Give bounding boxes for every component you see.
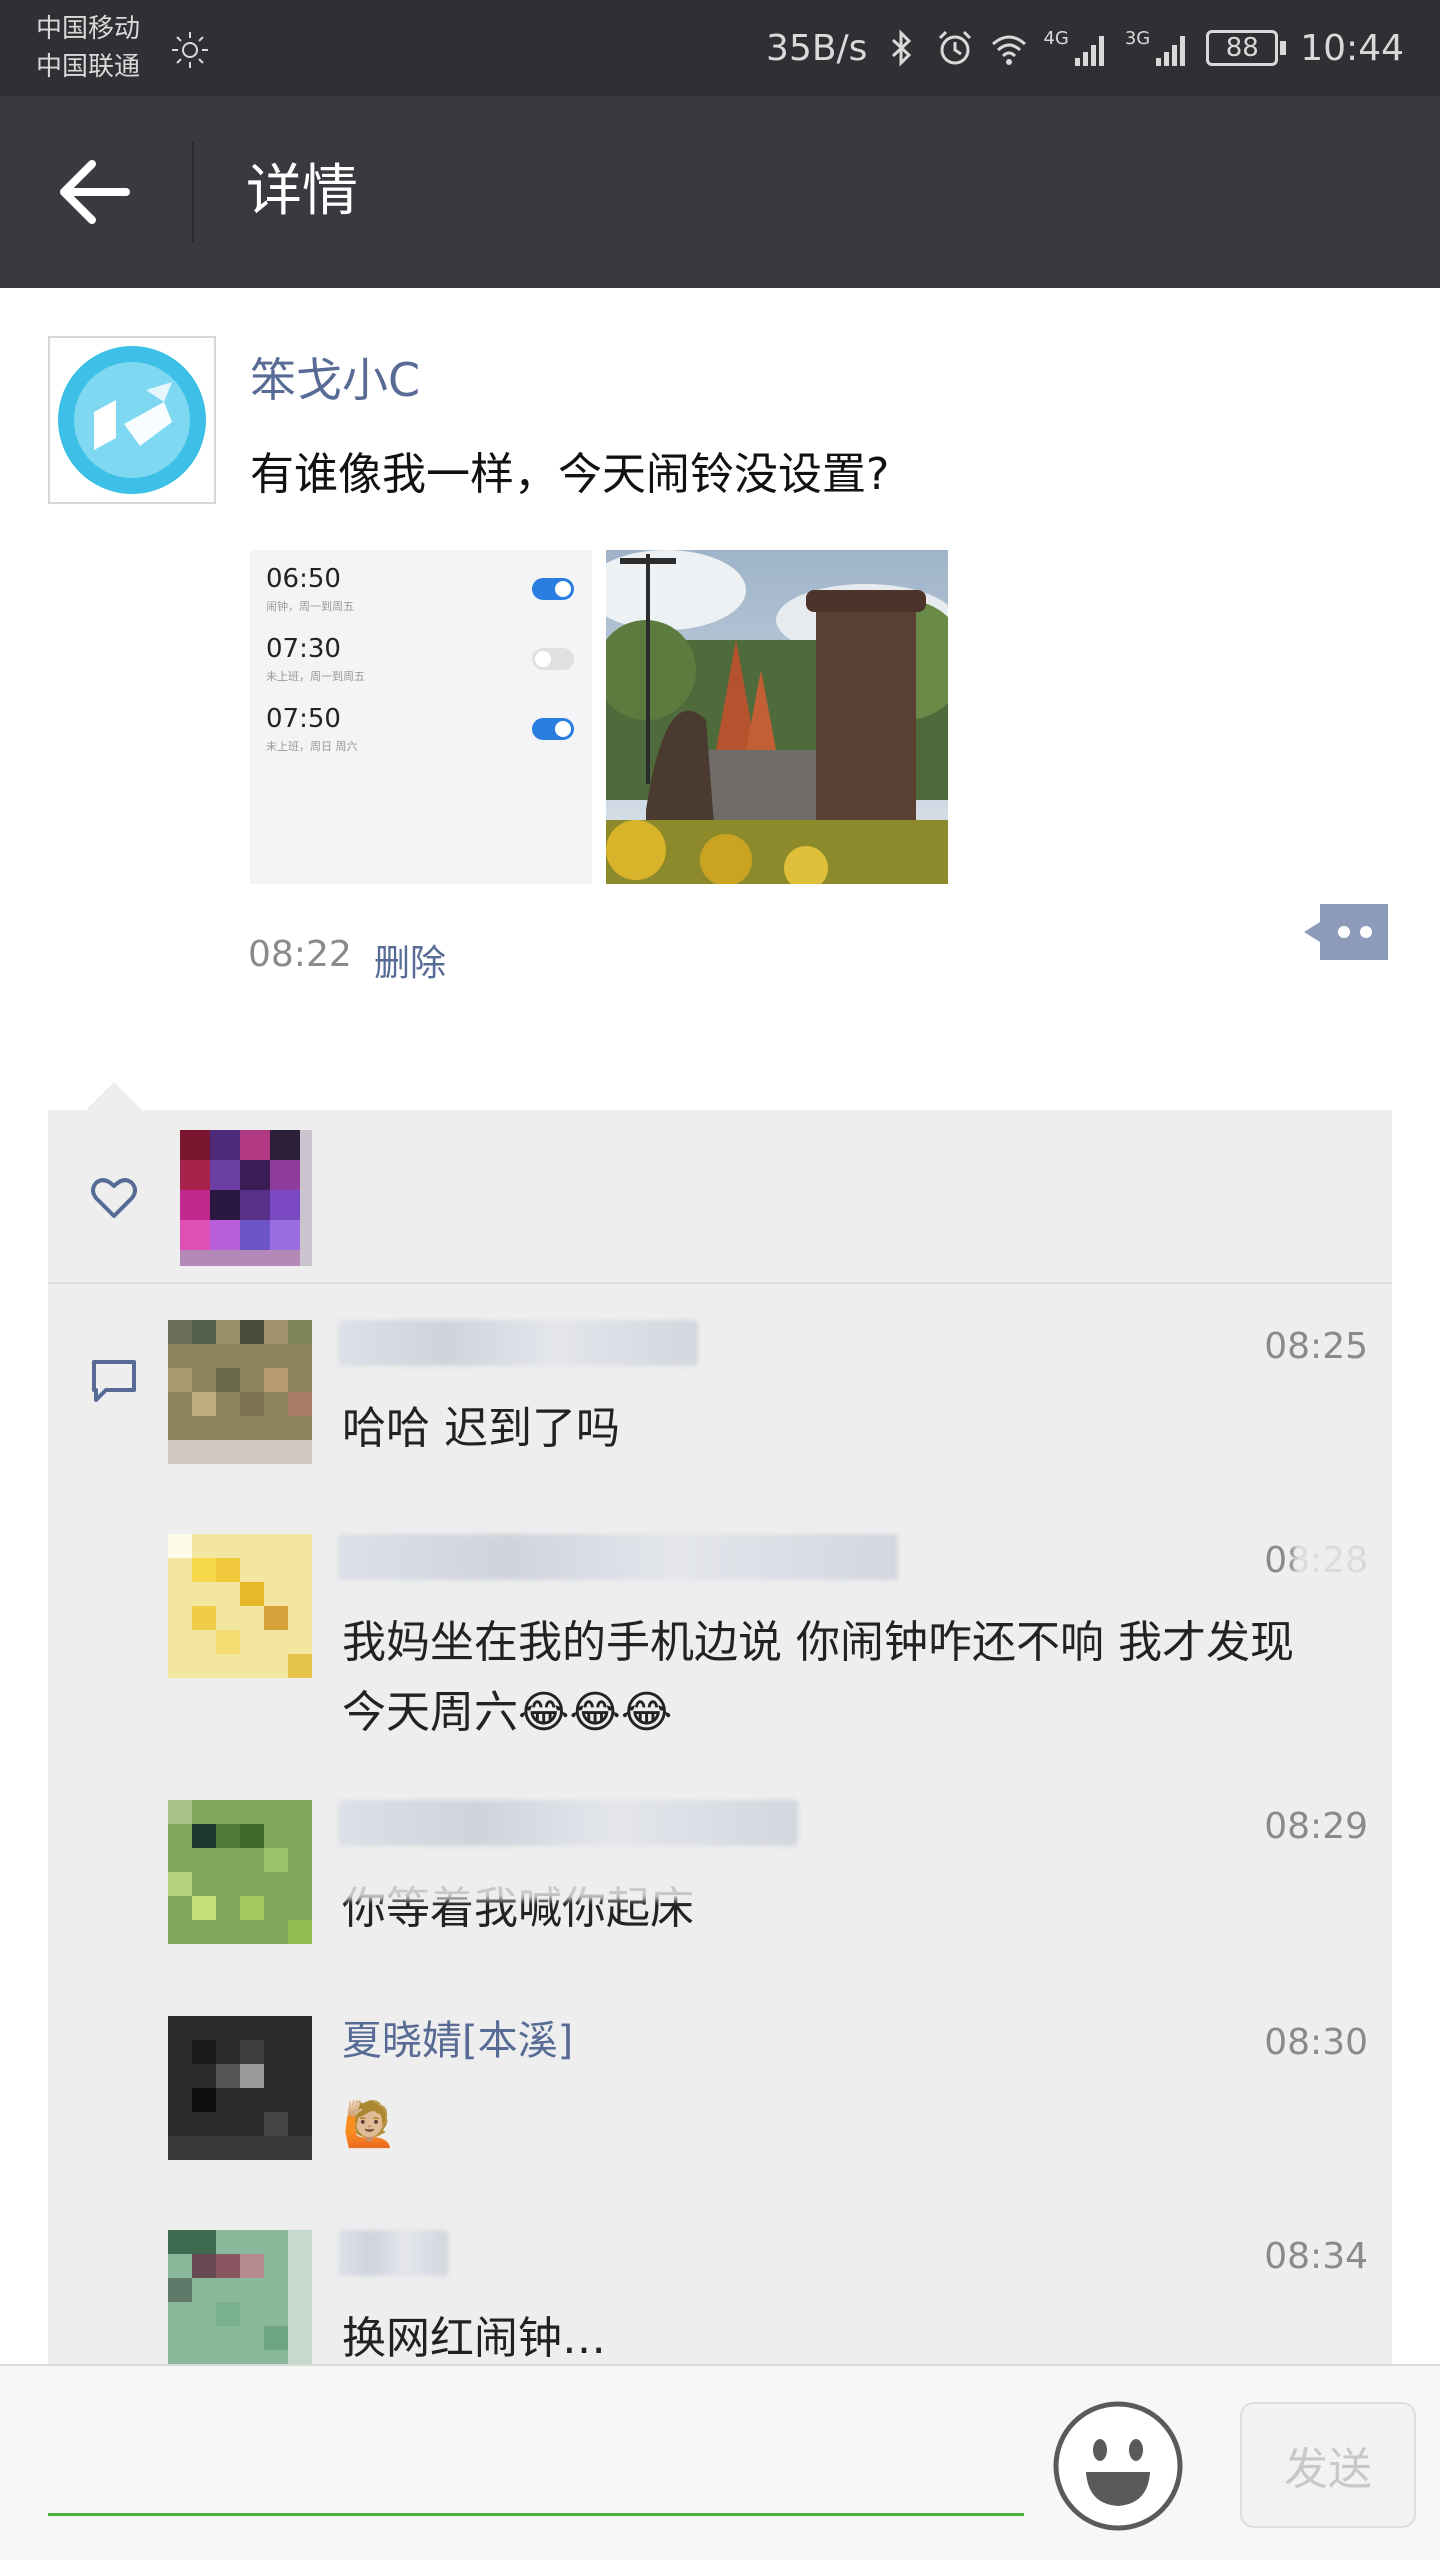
commenter-name-redacted: [338, 1534, 898, 1580]
text-redaction: [338, 1872, 798, 1900]
send-button[interactable]: 发送: [1240, 2402, 1416, 2528]
title-bar: 详情: [0, 96, 1440, 288]
comment-input[interactable]: [48, 2406, 1024, 2516]
commenter-name-redacted: [338, 1320, 698, 1366]
carrier-labels: 中国移动 中国联通: [36, 10, 140, 86]
comment-time: 08:30: [1264, 2022, 1368, 2063]
emoji-icon[interactable]: [1052, 2400, 1184, 2532]
delete-link[interactable]: 删除: [374, 934, 446, 986]
signal-icon: [1156, 36, 1186, 66]
more-actions-icon[interactable]: [1300, 900, 1392, 964]
comment-text: 哈哈 迟到了吗: [342, 1403, 620, 1454]
interaction-panel: 08:25 哈哈 迟到了吗 08:28 我妈坐在我的手机边说 你闹钟咋还不响 我…: [48, 1110, 1392, 2410]
commenter-name[interactable]: 夏晓婧[本溪]: [342, 2016, 573, 2066]
commenter-name-redacted: [338, 2230, 448, 2276]
post-time: 08:22: [248, 934, 352, 975]
alarm-time: 06:50: [266, 564, 341, 594]
comment-text: 我妈坐在我的手机边说 你闹钟咋还不响 我才发现今天周六😂😂😂: [342, 1617, 1294, 1738]
battery-cap: [1280, 41, 1287, 55]
post-photo-statue[interactable]: [606, 550, 948, 884]
page-title: 详情: [246, 159, 358, 224]
comment-item[interactable]: 08:25 哈哈 迟到了吗: [168, 1320, 1368, 1480]
comment-item[interactable]: 夏晓婧[本溪] 08:30 🙋🏼: [168, 2016, 1368, 2176]
carrier-1: 中国移动: [36, 14, 141, 44]
alarm-time: 07:30: [266, 634, 341, 664]
brightness-icon: [172, 32, 208, 68]
post-photo-alarms[interactable]: 06:50 闹钟，周一到周五 07:30 未上班，周一到周五 07:50 未上班…: [250, 550, 592, 884]
signal-2: 3G: [1125, 28, 1192, 68]
alarm-sub: 未上班，周日 周六: [266, 740, 358, 753]
author-logo-icon: [58, 346, 206, 494]
network-speed: 35B/s: [766, 27, 868, 69]
battery-level: 88: [1206, 30, 1279, 66]
comment-item[interactable]: 08:29 你等着我喊你起床: [168, 1800, 1368, 1950]
carrier-2: 中国联通: [36, 52, 141, 82]
heart-icon: [91, 1178, 137, 1218]
panel-caret: [86, 1082, 142, 1110]
status-right: 35B/s 4G 3G 88 10:44: [766, 0, 1404, 96]
alarm-toggle: [532, 718, 574, 740]
alarm-item: 06:50 闹钟，周一到周五: [266, 564, 354, 614]
comment-time: 08:29: [1264, 1806, 1368, 1847]
title-divider: [192, 142, 194, 242]
alarm-sub: 闹钟，周一到周五: [266, 600, 354, 613]
comment-text: 🙋🏼: [342, 2099, 397, 2150]
commenter-avatar[interactable]: [168, 1800, 312, 1944]
network-type-1: 4G: [1043, 28, 1069, 49]
post-author[interactable]: 笨戈小C: [250, 344, 420, 410]
comment-time: 08:34: [1264, 2236, 1368, 2277]
bluetooth-icon: [892, 29, 912, 67]
alarm-time: 07:50: [266, 704, 341, 734]
alarm-item: 07:50 未上班，周日 周六: [266, 704, 358, 754]
time-redaction: [1294, 1538, 1368, 1582]
post-text: 有谁像我一样，今天闹铃没设置?: [250, 449, 890, 500]
commenter-avatar[interactable]: [168, 2016, 312, 2160]
comment-time: 08:25: [1264, 1326, 1368, 1367]
wifi-icon: [992, 35, 1027, 65]
clock: 10:44: [1300, 27, 1404, 69]
author-avatar[interactable]: [48, 336, 216, 504]
alarm-sub: 未上班，周一到周五: [266, 670, 365, 683]
back-arrow-icon[interactable]: [50, 152, 140, 232]
likes-row: [48, 1110, 1392, 1284]
commenter-avatar[interactable]: [168, 2230, 312, 2374]
alarm-item: 07:30 未上班，周一到周五: [266, 634, 365, 684]
comment-icon: [92, 1360, 136, 1402]
alarm-icon: [939, 30, 972, 65]
alarm-toggle: [532, 578, 574, 600]
statue-photo-image: [606, 550, 948, 884]
commenter-name-redacted: [338, 1800, 798, 1846]
alarm-toggle: [532, 648, 574, 670]
comment-item[interactable]: 08:28 我妈坐在我的手机边说 你闹钟咋还不响 我才发现今天周六😂😂😂: [168, 1534, 1368, 1754]
battery-indicator: 88: [1206, 30, 1287, 66]
commenter-avatar[interactable]: [168, 1534, 312, 1678]
network-type-2: 3G: [1124, 28, 1151, 49]
signal-1: 4G: [1043, 28, 1110, 68]
status-bar: 中国移动 中国联通 35B/s 4G 3G 88 10:44: [0, 0, 1440, 96]
commenter-avatar[interactable]: [168, 1320, 312, 1464]
signal-icon: [1074, 36, 1104, 66]
comment-input-bar: 发送: [0, 2364, 1440, 2560]
comment-item[interactable]: 08:34 换网红闹钟…: [168, 2230, 1368, 2380]
liker-avatar[interactable]: [180, 1130, 312, 1266]
